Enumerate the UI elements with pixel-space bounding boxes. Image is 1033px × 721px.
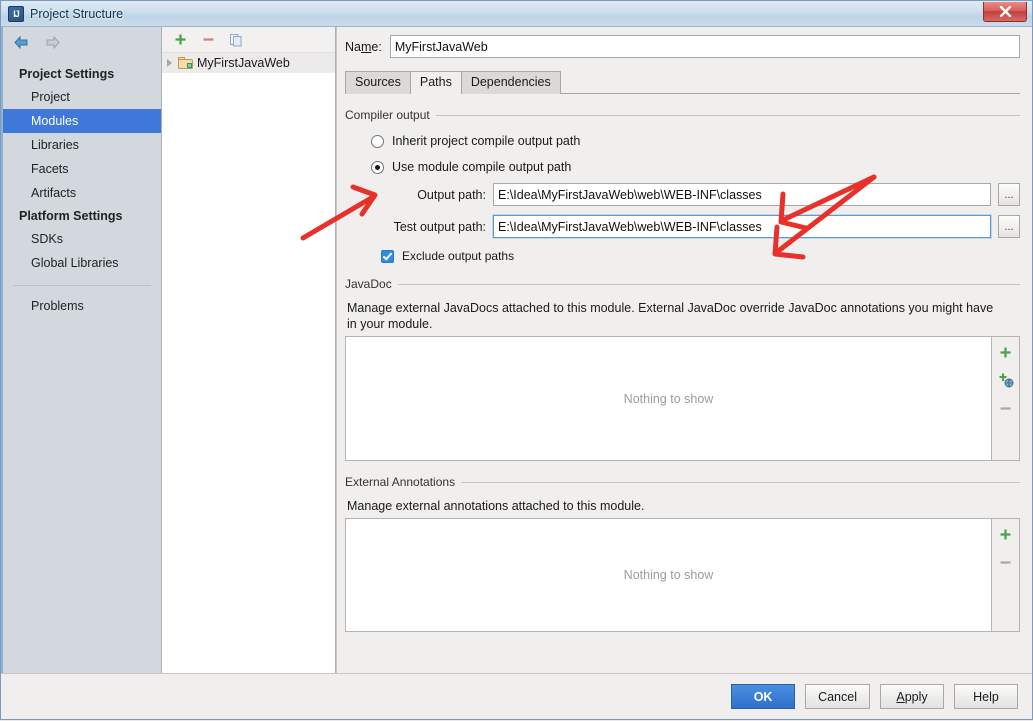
module-tree-toolbar	[162, 27, 335, 53]
javadoc-description: Manage external JavaDocs attached to thi…	[347, 300, 997, 332]
sidebar-group-project-settings: Project Settings	[3, 63, 161, 85]
copy-icon[interactable]	[228, 32, 244, 48]
inherit-output-label[interactable]: Inherit project compile output path	[392, 134, 580, 148]
sidebar-item-problems[interactable]: Problems	[3, 294, 161, 318]
external-annotations-list[interactable]: Nothing to show	[345, 518, 992, 632]
module-name-input[interactable]	[390, 35, 1020, 58]
tab-paths[interactable]: Paths	[410, 71, 462, 94]
inherit-output-radio[interactable]	[371, 135, 384, 148]
external-annotations-group-title: External Annotations	[345, 475, 455, 489]
settings-sidebar: Project Settings Project Modules Librari…	[1, 27, 162, 673]
tab-dependencies[interactable]: Dependencies	[461, 71, 561, 94]
help-button[interactable]: Help	[954, 684, 1018, 709]
module-tree-panel: MyFirstJavaWeb	[162, 27, 336, 673]
minus-icon[interactable]	[997, 553, 1015, 571]
javadoc-group: JavaDoc Manage external JavaDocs attache…	[345, 277, 1020, 461]
dialog-body: Project Settings Project Modules Librari…	[1, 27, 1032, 673]
sidebar-item-project[interactable]: Project	[3, 85, 161, 109]
output-path-label: Output path:	[381, 188, 486, 202]
sidebar-nav-bar	[3, 27, 161, 57]
use-module-output-radio[interactable]	[371, 161, 384, 174]
project-structure-dialog: IJ Project Structure	[0, 0, 1033, 720]
module-name-label: Name:	[345, 40, 382, 54]
sidebar-list: Project Settings Project Modules Librari…	[3, 57, 161, 318]
dialog-footer: OK Cancel Apply Help	[1, 673, 1032, 719]
cancel-button[interactable]: Cancel	[805, 684, 870, 709]
tree-item-module[interactable]: MyFirstJavaWeb	[162, 53, 335, 73]
window-title: Project Structure	[30, 7, 123, 21]
sidebar-item-sdks[interactable]: SDKs	[3, 227, 161, 251]
plus-icon[interactable]	[172, 32, 188, 48]
plus-icon[interactable]	[997, 343, 1015, 361]
exclude-output-paths-checkbox[interactable]	[381, 250, 394, 263]
exclude-output-paths-label[interactable]: Exclude output paths	[402, 249, 514, 263]
output-path-browse-button[interactable]: ...	[998, 183, 1020, 206]
compiler-output-group-header: Compiler output	[345, 108, 1020, 122]
use-module-output-radio-row[interactable]: Use module compile output path	[371, 160, 1020, 174]
title-bar: IJ Project Structure	[1, 1, 1032, 27]
test-output-path-input[interactable]	[493, 215, 991, 238]
group-divider	[436, 115, 1020, 116]
module-folder-icon	[178, 57, 193, 69]
test-output-path-browse-button[interactable]: ...	[998, 215, 1020, 238]
external-annotations-list-buttons	[992, 518, 1020, 632]
arrow-right-icon[interactable]	[44, 35, 61, 50]
output-path-row: Output path: ...	[345, 183, 1020, 206]
external-annotations-group-header: External Annotations	[345, 475, 1020, 489]
module-tree-rows: MyFirstJavaWeb	[162, 53, 335, 673]
intellij-idea-icon: IJ	[8, 6, 24, 22]
javadoc-list-buttons	[992, 336, 1020, 461]
javadoc-list-wrap: Nothing to show	[345, 336, 1020, 461]
exclude-output-paths-row[interactable]: Exclude output paths	[381, 249, 1020, 263]
external-annotations-group: External Annotations Manage external ann…	[345, 475, 1020, 632]
module-tabs: Sources Paths Dependencies	[345, 71, 1020, 94]
module-name-row: Name:	[345, 35, 1020, 58]
javadoc-group-header: JavaDoc	[345, 277, 1020, 291]
sidebar-item-global-libraries[interactable]: Global Libraries	[3, 251, 161, 275]
use-module-output-label[interactable]: Use module compile output path	[392, 160, 571, 174]
plus-globe-icon[interactable]	[997, 371, 1015, 389]
output-path-input[interactable]	[493, 183, 991, 206]
ok-button[interactable]: OK	[731, 684, 795, 709]
sidebar-divider	[13, 285, 151, 286]
sidebar-item-artifacts[interactable]: Artifacts	[3, 181, 161, 205]
arrow-left-icon[interactable]	[13, 35, 30, 50]
group-divider	[398, 284, 1020, 285]
external-annotations-list-wrap: Nothing to show	[345, 518, 1020, 632]
compiler-output-group: Compiler output Inherit project compile …	[345, 108, 1020, 263]
sidebar-item-libraries[interactable]: Libraries	[3, 133, 161, 157]
compiler-output-group-title: Compiler output	[345, 108, 430, 122]
minus-icon[interactable]	[997, 399, 1015, 417]
group-divider	[461, 482, 1020, 483]
javadoc-group-title: JavaDoc	[345, 277, 392, 291]
inherit-output-radio-row[interactable]: Inherit project compile output path	[371, 134, 1020, 148]
sidebar-group-platform-settings: Platform Settings	[3, 205, 161, 227]
test-output-path-label: Test output path:	[381, 220, 486, 234]
test-output-path-row: Test output path: ...	[345, 215, 1020, 238]
chevron-right-icon[interactable]	[167, 59, 172, 67]
tree-item-label: MyFirstJavaWeb	[197, 56, 290, 70]
external-annotations-description: Manage external annotations attached to …	[347, 498, 997, 514]
javadoc-list[interactable]: Nothing to show	[345, 336, 992, 461]
module-settings-panel: Name: Sources Paths Dependencies Compile…	[336, 27, 1032, 673]
tab-sources[interactable]: Sources	[345, 71, 411, 94]
sidebar-item-facets[interactable]: Facets	[3, 157, 161, 181]
minus-icon[interactable]	[200, 32, 216, 48]
plus-icon[interactable]	[997, 525, 1015, 543]
apply-button[interactable]: Apply	[880, 684, 944, 709]
close-icon[interactable]	[983, 2, 1027, 22]
sidebar-item-modules[interactable]: Modules	[3, 109, 161, 133]
